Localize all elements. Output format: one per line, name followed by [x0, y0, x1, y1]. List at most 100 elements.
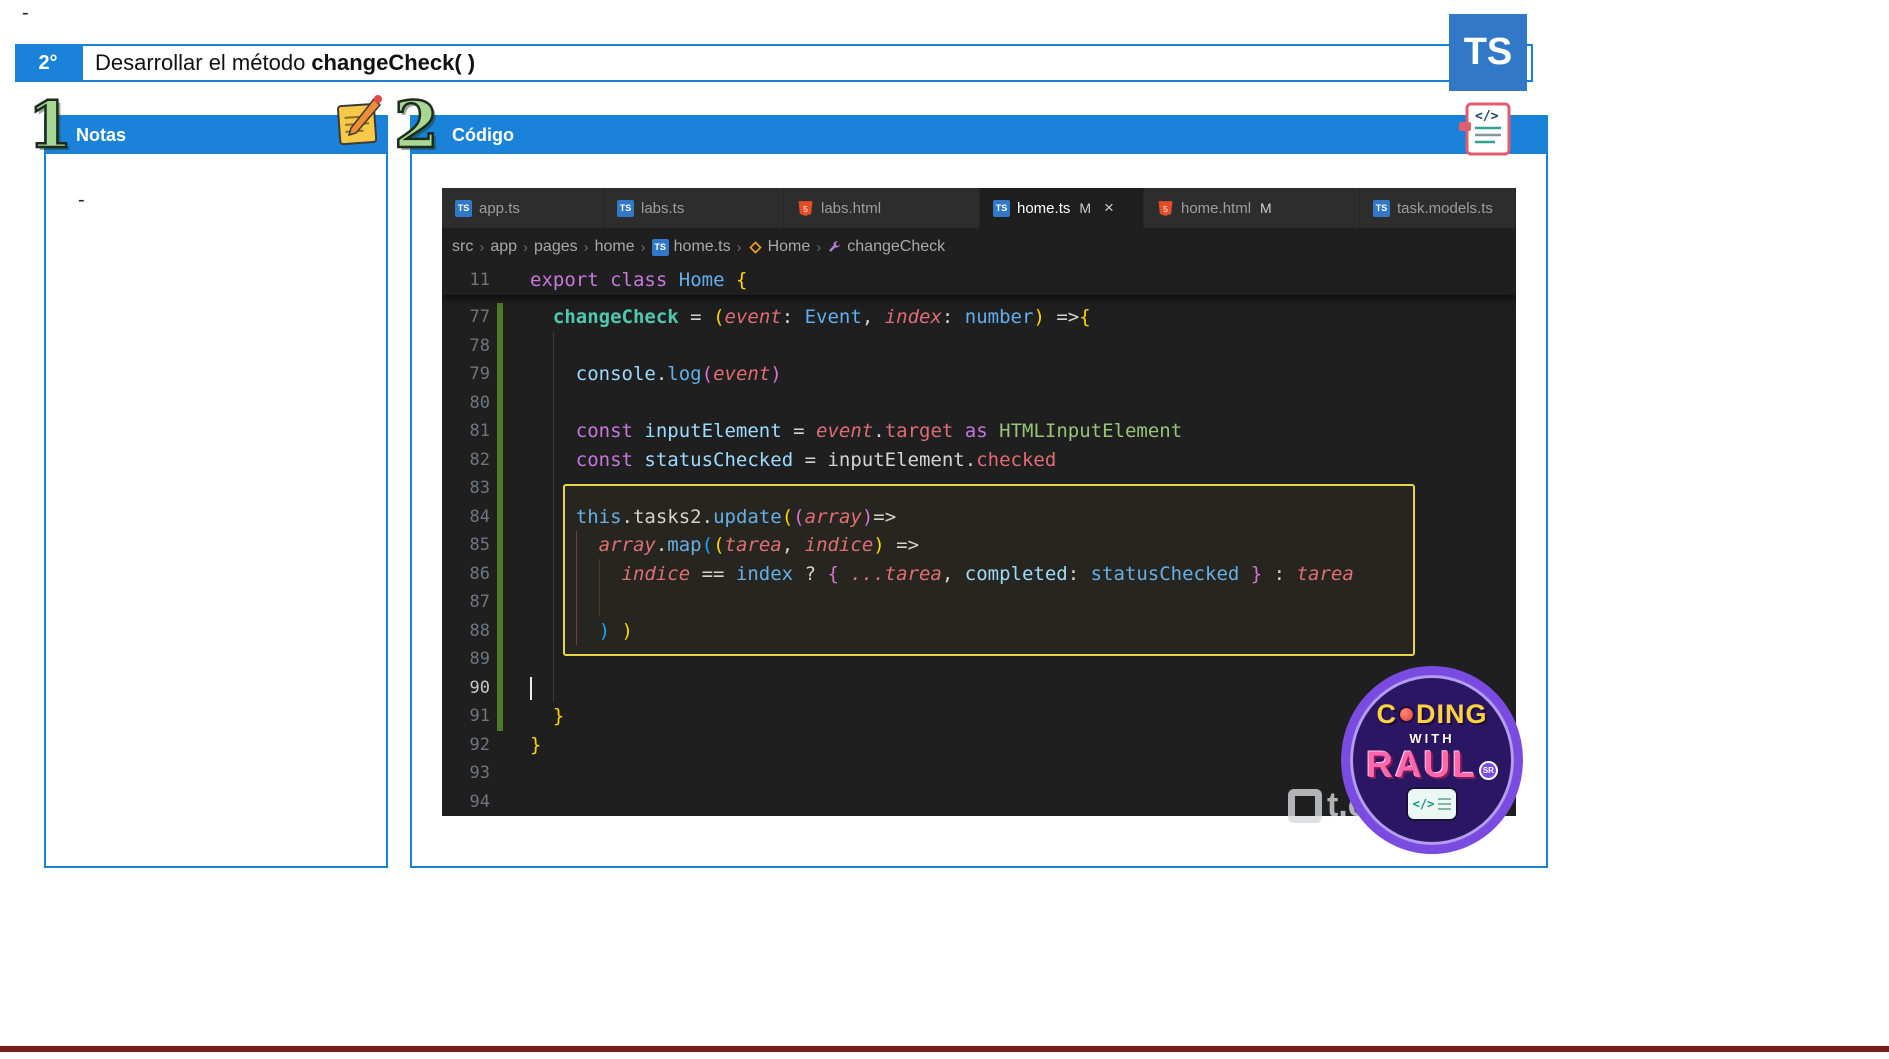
typescript-logo: TS [1449, 14, 1527, 91]
code-line-88: 88 ) ) [442, 616, 1516, 645]
tab-app.ts[interactable]: TS app.ts [442, 188, 604, 228]
line-number: 80 [469, 392, 490, 413]
code-text: } [552, 705, 565, 727]
text-cursor [530, 676, 532, 700]
breadcrumb-item-app[interactable]: app [490, 238, 517, 256]
raul-logo-inner: C DING WITH RAUL SR </> [1350, 675, 1514, 845]
line-number: 89 [469, 649, 490, 669]
breadcrumb-separator: › [736, 238, 742, 256]
code-text: indice == index ? { ...tarea, completed:… [621, 562, 1354, 585]
breadcrumb-label: Home [767, 238, 811, 255]
raul-logo-coding: C DING [1377, 699, 1488, 730]
tab-label: labs.ts [641, 199, 685, 217]
raul-logo-name-row: RAUL SR [1366, 746, 1498, 783]
tab-labs.html[interactable]: 5 labs.html [784, 188, 980, 228]
code-line-81: 81 const inputElement = event.target as … [442, 417, 1516, 446]
code-line-87: 87 [442, 588, 1516, 617]
line-number: 88 [469, 620, 490, 641]
breadcrumb-item-src[interactable]: src [452, 238, 473, 256]
git-gutter [497, 616, 503, 645]
git-gutter [497, 445, 503, 474]
line-number: 81 [469, 421, 490, 441]
bottom-accent-bar [0, 1046, 1889, 1052]
line-number: 94 [469, 791, 490, 812]
method-symbol-icon [829, 240, 841, 252]
modified-badge: M [1260, 200, 1272, 216]
step-badge: 2° [15, 44, 81, 82]
svg-text:5: 5 [1163, 204, 1168, 214]
breadcrumb-separator: › [523, 238, 529, 256]
line-number: 79 [469, 364, 490, 384]
git-gutter [497, 559, 503, 588]
modified-badge: M [1079, 200, 1092, 216]
notes-panel: Notas - [44, 115, 388, 868]
breadcrumb-label: pages [534, 238, 578, 255]
coding-with-raul-logo: C DING WITH RAUL SR </> [1341, 666, 1523, 854]
code-line-78: 78 [442, 331, 1516, 360]
git-gutter [497, 759, 503, 788]
raul-o-dot-icon [1398, 705, 1415, 723]
git-gutter [497, 645, 503, 674]
ts-file-icon: TS [617, 199, 634, 217]
code-text: array.map((tarea, indice) => [598, 534, 920, 556]
raul-coding-c: C [1376, 698, 1397, 729]
code-line-89: 89 [442, 645, 1516, 674]
code-panel-header: Código [412, 117, 1546, 154]
raul-sr-badge: SR [1478, 760, 1498, 780]
tab-label: home.html [1181, 199, 1252, 217]
class-symbol-icon [748, 240, 762, 254]
tab-home.ts[interactable]: TS home.ts M × [980, 188, 1144, 228]
git-gutter [497, 788, 503, 817]
breadcrumb-item-Home[interactable]: Home [748, 238, 811, 256]
indent-guide-active [576, 531, 577, 645]
ts-file-icon: TS [993, 199, 1010, 217]
close-icon[interactable]: × [1104, 198, 1114, 218]
git-gutter [497, 502, 503, 531]
ts-file-icon: TS [651, 238, 669, 256]
line-number: 87 [469, 592, 490, 612]
code-line-11: 11 export class Home { [442, 266, 1516, 295]
code-line-79: 79 console.log(event) [442, 360, 1516, 389]
raul-code-glyph: </> [1412, 797, 1435, 812]
breadcrumb-separator: › [583, 238, 589, 256]
notes-content-dash: - [78, 189, 85, 211]
breadcrumb-separator: › [640, 238, 646, 256]
code-panel-title: Código [452, 125, 514, 145]
indent-guide [599, 559, 600, 616]
breadcrumb-item-pages[interactable]: pages [534, 238, 578, 256]
code-text: console.log(event) [575, 363, 782, 385]
tab-labs.ts[interactable]: TS labs.ts [604, 188, 784, 228]
line-number: 91 [469, 706, 490, 726]
breadcrumb-separator: › [816, 238, 822, 256]
line-number: 93 [469, 763, 490, 783]
git-gutter [497, 417, 503, 446]
breadcrumb: src › app › pages › home › TS home.ts › Home › change… [442, 228, 1516, 266]
line-number: 82 [469, 449, 490, 470]
line-number: 90 [469, 677, 490, 698]
breadcrumb-label: app [490, 238, 518, 255]
breadcrumb-label: home [594, 238, 635, 255]
code-text: } [530, 733, 542, 756]
ts-file-icon: TS [455, 199, 472, 217]
line-number: 86 [469, 563, 490, 584]
tab-home.html[interactable]: 5 home.html M [1144, 188, 1360, 228]
sticky-gap [442, 295, 1516, 303]
line-number: 85 [469, 535, 490, 555]
notes-panel-title: Notas [76, 125, 127, 145]
code-line-82: 82 const statusChecked = inputElement.ch… [442, 445, 1516, 474]
code-line-84: 84 this.tasks2.update((array)=> [442, 502, 1516, 531]
breadcrumb-item-home[interactable]: home [595, 238, 635, 256]
git-gutter [497, 588, 503, 617]
code-line-86: 86 indice == index ? { ...tarea, complet… [442, 559, 1516, 588]
raul-code-window-icon: </> [1406, 787, 1458, 822]
breadcrumb-item-changeCheck[interactable]: changeCheck [827, 238, 945, 256]
html-file-icon: 5 [798, 200, 813, 216]
line-number: 84 [469, 506, 490, 527]
code-text: ) ) [598, 619, 633, 642]
tab-task.models.ts[interactable]: TS task.models.ts [1360, 188, 1516, 228]
breadcrumb-label: changeCheck [847, 238, 946, 255]
breadcrumb-item-home.ts[interactable]: TS home.ts [651, 238, 731, 256]
line-number: 83 [469, 478, 490, 498]
line-number: 78 [469, 335, 490, 356]
sticky-scroll-line: 11 export class Home { [442, 266, 1516, 295]
